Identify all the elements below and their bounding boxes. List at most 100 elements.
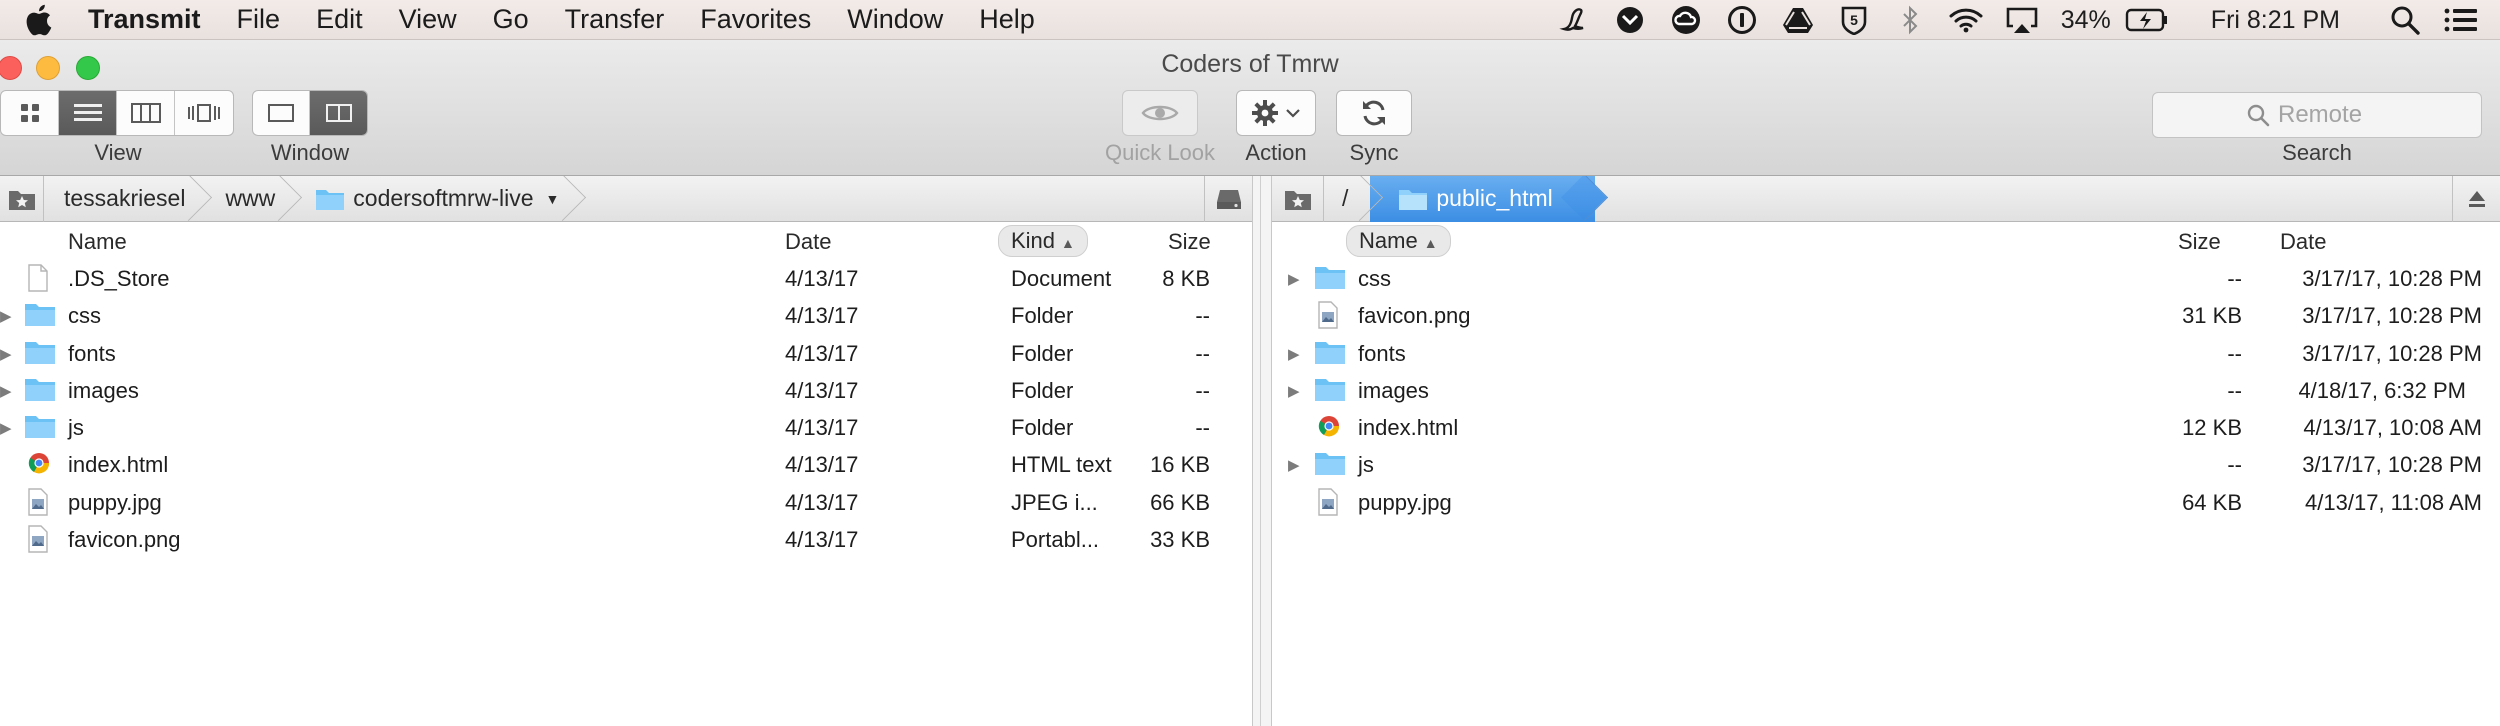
dual-pane-icon [325,104,352,122]
google-drive-icon[interactable] [1781,3,1815,37]
wifi-icon[interactable] [1949,3,1983,37]
local-row[interactable]: ▶ js 4/13/17 Folder -- [0,407,1252,444]
local-row[interactable]: favicon.png 4/13/17 Portabl... 33 KB [0,519,1252,556]
apple-menu-icon[interactable] [20,2,56,38]
local-disk-button[interactable] [1204,176,1252,222]
file-name: css [68,303,101,329]
dual-pane-button[interactable] [310,91,367,135]
menu-go[interactable]: Go [493,4,529,35]
disclosure-triangle-icon[interactable]: ▶ [0,382,12,400]
disclosure-triangle-icon[interactable]: ▶ [1288,382,1300,400]
eject-button[interactable] [2452,176,2500,222]
col-size[interactable]: Size [1168,229,1211,255]
local-row[interactable]: .DS_Store 4/13/17 Document 8 KB [0,258,1252,295]
file-date: 4/13/17 [785,415,859,441]
breadcrumb-label: tessakriesel [64,185,186,211]
1password-icon[interactable] [1725,3,1759,37]
script-l-icon[interactable] [1557,3,1591,37]
breadcrumb-codersoftmrw-live[interactable]: codersoftmrw-live ▼ [289,176,573,222]
menu-window[interactable]: Window [847,4,943,35]
col-name[interactable]: Name [68,229,127,255]
sync-button[interactable] [1336,90,1412,136]
remote-row[interactable]: index.html 12 KB 4/13/17, 10:08 AM [1272,407,2500,444]
disclosure-triangle-icon[interactable]: ▶ [0,419,12,437]
local-row[interactable]: puppy.jpg 4/13/17 JPEG i... 66 KB [0,482,1252,519]
cover-flow-view-button[interactable] [175,91,233,135]
remote-row[interactable]: puppy.jpg 64 KB 4/13/17, 11:08 AM [1272,482,2500,519]
dark-circle-app-icon[interactable] [1613,3,1647,37]
breadcrumb-public-html[interactable]: public_html ▼ [1370,176,1595,222]
file-date: 4/13/17, 10:08 AM [2303,415,2482,441]
column-view-button[interactable] [117,91,175,135]
folder-icon [1314,339,1345,365]
disclosure-triangle-icon[interactable]: ▶ [1288,345,1300,363]
col-date[interactable]: Date [2280,229,2326,255]
file-kind: JPEG i... [1011,489,1098,515]
remote-search-field[interactable] [2152,92,2482,138]
single-pane-button[interactable] [253,91,311,135]
breadcrumb-www[interactable]: www [199,176,289,222]
creative-cloud-icon[interactable] [1669,3,1703,37]
local-row[interactable]: ▶ images 4/13/17 Folder -- [0,370,1252,407]
file-size: -- [1195,377,1210,403]
menu-transfer[interactable]: Transfer [565,4,665,35]
remote-favorites-button[interactable] [1272,176,1324,222]
col-size[interactable]: Size [2178,229,2221,255]
remote-row[interactable]: ▶ css -- 3/17/17, 10:28 PM [1272,258,2500,295]
view-mode-control [0,90,234,136]
col-date[interactable]: Date [785,229,831,255]
search-input[interactable] [2278,101,2388,129]
file-name: fonts [68,340,116,366]
folder-icon [1314,450,1345,476]
col-name-sorted[interactable]: Name ▲ [1346,225,1451,257]
breadcrumb-root[interactable]: / [1324,176,1370,222]
file-size: -- [1195,415,1210,441]
file-name: js [68,415,84,441]
icon-view-button[interactable] [1,91,59,135]
list-view-button[interactable] [59,91,117,135]
disclosure-triangle-icon[interactable]: ▶ [1288,270,1300,288]
file-size: 12 KB [2182,415,2242,441]
menu-help[interactable]: Help [979,4,1035,35]
col-kind-sorted[interactable]: Kind ▲ [998,225,1088,257]
file-date: 3/17/17, 10:28 PM [2302,303,2482,329]
remote-row[interactable]: ▶ images -- 4/18/17, 6:32 PM [1272,370,2500,407]
menu-app-name[interactable]: Transmit [88,4,201,35]
menu-edit[interactable]: Edit [316,4,363,35]
file-kind: Document [1011,266,1112,291]
window-label: Window [270,140,350,165]
bluetooth-icon[interactable] [1893,3,1927,37]
file-size: -- [1195,340,1210,366]
local-favorites-button[interactable] [0,176,44,222]
local-row[interactable]: ▶ css 4/13/17 Folder -- [0,295,1252,332]
file-name: puppy.jpg [1358,489,1452,515]
action-menu-button[interactable] [1236,90,1316,136]
local-row[interactable]: index.html 4/13/17 HTML text 16 KB [0,444,1252,481]
remote-row[interactable]: ▶ js -- 3/17/17, 10:28 PM [1272,444,2500,481]
breadcrumb-tessakriesel[interactable]: tessakriesel [44,176,199,222]
pane-divider[interactable] [1252,176,1272,726]
clock[interactable]: Fri 8:21 PM [2211,6,2340,35]
remote-row[interactable]: ▶ fonts -- 3/17/17, 10:28 PM [1272,333,2500,370]
disclosure-triangle-icon[interactable]: ▶ [1288,456,1300,474]
quick-look-button[interactable] [1122,90,1198,136]
eye-icon [1141,105,1179,121]
menu-favorites[interactable]: Favorites [700,4,811,35]
menu-file[interactable]: File [237,4,281,35]
battery-charging-icon[interactable] [2125,3,2169,37]
path-dropdown-icon[interactable]: ▼ [1573,191,1587,207]
airplay-icon[interactable] [2005,3,2039,37]
file-name: fonts [1358,340,1406,366]
local-file-list: .DS_Store 4/13/17 Document 8 KB ▶ css 4/… [0,258,1252,556]
disclosure-triangle-icon[interactable]: ▶ [0,307,12,325]
shield-5-icon[interactable]: 5 [1837,3,1871,37]
file-date: 3/17/17, 10:28 PM [2302,266,2482,291]
remote-row[interactable]: favicon.png 31 KB 3/17/17, 10:28 PM [1272,295,2500,332]
spotlight-search-icon[interactable] [2388,3,2422,37]
local-row[interactable]: ▶ fonts 4/13/17 Folder -- [0,333,1252,370]
notification-center-icon[interactable] [2444,3,2478,37]
menu-view[interactable]: View [399,4,457,35]
path-dropdown-icon[interactable]: ▼ [546,191,560,207]
file-size: 66 KB [1150,489,1210,515]
disclosure-triangle-icon[interactable]: ▶ [0,345,12,363]
